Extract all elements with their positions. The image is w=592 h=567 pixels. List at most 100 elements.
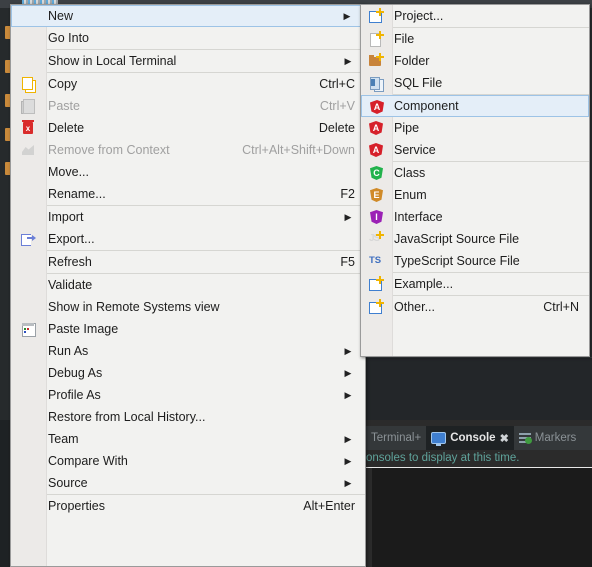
menu-item-debug-as[interactable]: Debug As ▶ [11, 362, 365, 384]
menu-item-label: Validate [48, 278, 93, 292]
menu-item-run-as[interactable]: Run As ▶ [11, 340, 365, 362]
menu-item-label: Component [394, 99, 459, 113]
menu-item-shortcut: Delete [318, 121, 355, 135]
menu-item-typescript-source-file[interactable]: TS TypeScript Source File [361, 250, 589, 272]
console-left-edge [366, 468, 372, 567]
menu-item-label: Move... [48, 165, 89, 179]
menu-item-import[interactable]: Import ▶ [11, 206, 365, 228]
menu-item-component[interactable]: A Component [361, 95, 589, 117]
menu-item-label: Restore from Local History... [48, 410, 206, 424]
menu-item-shortcut: F2 [340, 187, 355, 201]
export-icon [20, 231, 36, 247]
menu-item-label: Delete [48, 121, 85, 135]
menu-item-label: Class [394, 166, 426, 180]
example-icon [368, 276, 384, 292]
menu-item-label: Copy [48, 77, 78, 91]
menu-item-team[interactable]: Team ▶ [11, 428, 365, 450]
menu-item-copy[interactable]: Copy Ctrl+C [11, 73, 365, 95]
menu-item-compare-with[interactable]: Compare With ▶ [11, 450, 365, 472]
console-monitor-icon [431, 432, 447, 446]
angular-component-icon: A [369, 99, 385, 115]
menu-item-label: Example... [394, 277, 454, 291]
menu-item-sql-file[interactable]: SQL File [361, 72, 589, 94]
menu-item-profile-as[interactable]: Profile As ▶ [11, 384, 365, 406]
menu-item-label: Import [48, 210, 84, 224]
menu-item-new[interactable]: New ▶ [11, 5, 365, 27]
tab-markers[interactable]: Markers [514, 426, 582, 450]
menu-item-move[interactable]: Move... [11, 161, 365, 183]
console-empty-message: onsoles to display at this time. [366, 452, 520, 464]
menu-item-rename[interactable]: Rename... F2 [11, 183, 365, 205]
menu-item-other[interactable]: Other... Ctrl+N [361, 296, 589, 318]
tab-console-label: Console [450, 432, 496, 444]
menu-item-shortcut: Ctrl+C [319, 77, 355, 91]
menu-item-label: Enum [394, 188, 427, 202]
angular-service-icon: A [368, 142, 384, 158]
menu-item-paste-image[interactable]: Paste Image [11, 318, 365, 340]
tab-console[interactable]: Console ✖ [426, 426, 514, 450]
javascript-file-icon: JS [368, 231, 384, 247]
tab-terminal[interactable]: Terminal+ [366, 426, 426, 450]
menu-item-label: Properties [48, 499, 105, 513]
new-submenu[interactable]: Project... File Folder SQL File A Component A P… [360, 4, 590, 357]
menu-item-file[interactable]: File [361, 28, 589, 50]
new-project-icon [368, 8, 384, 24]
markers-icon [518, 433, 532, 444]
menu-item-show-in-remote-systems-view[interactable]: Show in Remote Systems view [11, 296, 365, 318]
menu-item-project[interactable]: Project... [361, 5, 589, 27]
interface-icon: I [368, 209, 384, 225]
menu-item-pipe[interactable]: A Pipe [361, 117, 589, 139]
menu-item-example[interactable]: Example... [361, 273, 589, 295]
remove-from-context-icon [20, 142, 36, 158]
chevron-right-icon: ▶ [344, 55, 352, 66]
menu-item-label: Remove from Context [48, 143, 170, 157]
typescript-file-icon: TS [369, 255, 382, 266]
menu-item-source[interactable]: Source ▶ [11, 472, 365, 494]
menu-item-label: Export... [48, 232, 95, 246]
console-tab-bar: Terminal+ Console ✖ Markers [366, 426, 592, 450]
menu-item-label: Debug As [48, 366, 103, 380]
menu-item-restore-from-local-history[interactable]: Restore from Local History... [11, 406, 365, 428]
menu-item-label: Paste Image [48, 322, 119, 336]
menu-item-folder[interactable]: Folder [361, 50, 589, 72]
tab-markers-label: Markers [534, 432, 577, 444]
menu-item-label: Pipe [394, 121, 420, 135]
menu-item-label: Source [48, 476, 88, 490]
menu-item-label: Interface [394, 210, 443, 224]
menu-item-go-into[interactable]: Go Into [11, 27, 365, 49]
class-icon: C [368, 165, 384, 181]
tab-terminal-label: Terminal+ [371, 432, 422, 444]
menu-item-interface[interactable]: I Interface [361, 206, 589, 228]
menu-item-label: SQL File [394, 76, 443, 90]
menu-item-label: New [48, 9, 74, 23]
chevron-right-icon: ▶ [344, 455, 352, 466]
menu-item-delete[interactable]: x Delete Delete [11, 117, 365, 139]
menu-item-label: Profile As [48, 388, 101, 402]
menu-item-properties[interactable]: Properties Alt+Enter [11, 495, 365, 517]
menu-item-javascript-source-file[interactable]: JS JavaScript Source File [361, 228, 589, 250]
menu-item-export[interactable]: Export... [11, 228, 365, 250]
menu-item-enum[interactable]: E Enum [361, 184, 589, 206]
menu-item-label: Go Into [48, 31, 89, 45]
chevron-right-icon: ▶ [344, 477, 352, 488]
menu-item-label: Rename... [48, 187, 106, 201]
menu-item-class[interactable]: C Class [361, 162, 589, 184]
menu-item-shortcut: Ctrl+Alt+Shift+Down [242, 143, 355, 157]
menu-item-label: File [394, 32, 415, 46]
menu-item-remove-from-context: Remove from Context Ctrl+Alt+Shift+Down [11, 139, 365, 161]
submenu-item-list: Project... File Folder SQL File A Component A P… [361, 5, 589, 318]
menu-item-validate[interactable]: Validate [11, 274, 365, 296]
chevron-right-icon: ▶ [344, 433, 352, 444]
enum-icon: E [368, 187, 384, 203]
menu-item-shortcut: Ctrl+N [543, 300, 579, 314]
close-icon[interactable]: ✖ [500, 432, 509, 445]
menu-item-label: Refresh [48, 255, 92, 269]
paste-image-icon [20, 321, 36, 337]
menu-item-refresh[interactable]: Refresh F5 [11, 251, 365, 273]
menu-item-show-in-local-terminal[interactable]: Show in Local Terminal ▶ [11, 50, 365, 72]
menu-item-shortcut: F5 [340, 255, 355, 269]
menu-item-service[interactable]: A Service [361, 139, 589, 161]
menu-item-label: Compare With [48, 454, 128, 468]
menu-item-label: Other... [394, 300, 435, 314]
project-context-menu[interactable]: New ▶ Go Into Show in Local Terminal ▶ Copy Ct… [10, 4, 366, 567]
